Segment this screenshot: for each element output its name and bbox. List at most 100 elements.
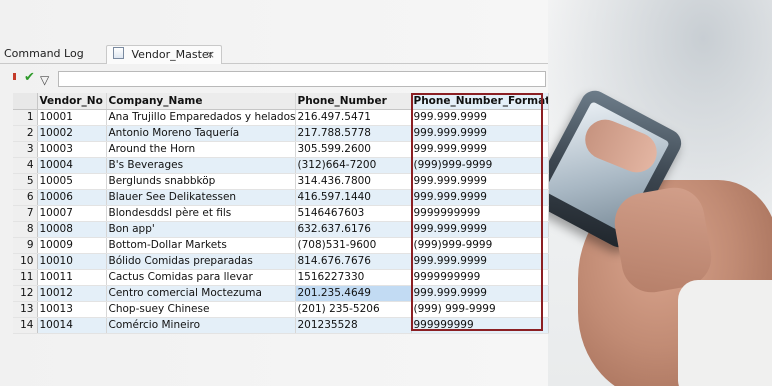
phone-number-cell[interactable]: 201.235.4649: [295, 285, 412, 302]
phone-format-cell[interactable]: 9999999999: [411, 269, 549, 286]
vendor-no-cell[interactable]: 10009: [37, 237, 107, 254]
company-name-cell[interactable]: Bon app': [106, 221, 296, 238]
table-row[interactable]: 3 10003 Around the Horn 305.599.2600 999.999…: [13, 141, 549, 158]
company-name-cell[interactable]: Blauer See Delikatessen: [106, 189, 296, 206]
phone-format-cell[interactable]: 999.999.9999: [411, 285, 549, 302]
phone-number-cell[interactable]: 201235528: [295, 317, 412, 334]
vendor-no-cell[interactable]: 10005: [37, 173, 107, 190]
column-header-company-name[interactable]: Company_Name: [106, 93, 296, 110]
tab-command-log-label: Command Log: [4, 47, 84, 60]
vendor-no-cell[interactable]: 10012: [37, 285, 107, 302]
table-row[interactable]: 13 10013 Chop-suey Chinese (201) 235-5206 (9…: [13, 301, 549, 318]
phone-number-cell[interactable]: (201) 235-5206: [295, 301, 412, 318]
row-number-cell[interactable]: 8: [13, 221, 38, 238]
vendor-no-cell[interactable]: 10013: [37, 301, 107, 318]
table-row[interactable]: 4 10004 B's Beverages (312)664-7200 (999)999…: [13, 157, 549, 174]
phone-number-cell[interactable]: 217.788.5778: [295, 125, 412, 142]
row-number-cell[interactable]: 1: [13, 109, 38, 126]
vendor-no-cell[interactable]: 10004: [37, 157, 107, 174]
tab-vendor-master[interactable]: Vendor_Master ×: [106, 45, 222, 64]
phone-format-cell[interactable]: 999.999.9999: [411, 109, 549, 126]
row-number-cell[interactable]: 4: [13, 157, 38, 174]
phone-format-cell[interactable]: (999) 999-9999: [411, 301, 549, 318]
phone-number-cell[interactable]: 632.637.6176: [295, 221, 412, 238]
phone-number-cell[interactable]: 5146467603: [295, 205, 412, 222]
phone-format-cell[interactable]: (999)999-9999: [411, 157, 549, 174]
table-row[interactable]: 14 10014 Comércio Mineiro 201235528 99999999…: [13, 317, 549, 334]
phone-format-cell[interactable]: 999999999: [411, 317, 549, 334]
phone-number-cell[interactable]: 1516227330: [295, 269, 412, 286]
phone-number-cell[interactable]: 314.436.7800: [295, 173, 412, 190]
toolbar: ✔ ▽: [0, 70, 548, 90]
company-name-cell[interactable]: B's Beverages: [106, 157, 296, 174]
vendor-no-cell[interactable]: 10007: [37, 205, 107, 222]
table-row[interactable]: 6 10006 Blauer See Delikatessen 416.597.144…: [13, 189, 549, 206]
row-number-cell[interactable]: 14: [13, 317, 38, 334]
phone-format-cell[interactable]: 999.999.9999: [411, 221, 549, 238]
row-number-cell[interactable]: 2: [13, 125, 38, 142]
row-number-cell[interactable]: 12: [13, 285, 38, 302]
row-number-cell[interactable]: 10: [13, 253, 38, 270]
row-number-cell[interactable]: 5: [13, 173, 38, 190]
table-row[interactable]: 2 10002 Antonio Moreno Taquería 217.788.577…: [13, 125, 549, 142]
phone-number-cell[interactable]: (708)531-9600: [295, 237, 412, 254]
table-row[interactable]: 10 10010 Bólido Comidas preparadas 814.676.…: [13, 253, 549, 270]
column-header-phone-number-format[interactable]: Phone_Number_Format: [411, 93, 549, 110]
tab-command-log[interactable]: Command Log: [0, 45, 106, 63]
phone-format-cell[interactable]: 9999999999: [411, 205, 549, 222]
phone-number-cell[interactable]: 814.676.7676: [295, 253, 412, 270]
company-name-cell[interactable]: Bottom-Dollar Markets: [106, 237, 296, 254]
row-number-cell[interactable]: 6: [13, 189, 38, 206]
table-row[interactable]: 8 10008 Bon app' 632.637.6176 999.999.9999: [13, 221, 549, 238]
vendor-no-cell[interactable]: 10010: [37, 253, 107, 270]
phone-number-cell[interactable]: 216.497.5471: [295, 109, 412, 126]
company-name-cell[interactable]: Chop-suey Chinese: [106, 301, 296, 318]
company-name-cell[interactable]: Berglunds snabbköp: [106, 173, 296, 190]
phone-format-cell[interactable]: 999.999.9999: [411, 253, 549, 270]
company-name-cell[interactable]: Centro comercial Moctezuma: [106, 285, 296, 302]
phone-format-cell[interactable]: 999.999.9999: [411, 173, 549, 190]
vendor-no-cell[interactable]: 10008: [37, 221, 107, 238]
company-name-cell[interactable]: Blondesddsl père et fils: [106, 205, 296, 222]
company-name-cell[interactable]: Antonio Moreno Taquería: [106, 125, 296, 142]
row-number-cell[interactable]: 13: [13, 301, 38, 318]
company-name-cell[interactable]: Cactus Comidas para llevar: [106, 269, 296, 286]
phone-number-cell[interactable]: (312)664-7200: [295, 157, 412, 174]
row-number-cell[interactable]: 7: [13, 205, 38, 222]
phone-format-cell[interactable]: (999)999-9999: [411, 237, 549, 254]
company-name-cell[interactable]: Around the Horn: [106, 141, 296, 158]
table-row[interactable]: 7 10007 Blondesddsl père et fils 5146467603…: [13, 205, 549, 222]
phone-format-cell[interactable]: 999.999.9999: [411, 189, 549, 206]
row-number-cell[interactable]: 3: [13, 141, 38, 158]
company-name-cell[interactable]: Ana Trujillo Emparedados y helados: [106, 109, 296, 126]
table-row[interactable]: 12 10012 Centro comercial Moctezuma 201.235…: [13, 285, 549, 302]
row-number-cell[interactable]: 11: [13, 269, 38, 286]
phone-number-cell[interactable]: 416.597.1440: [295, 189, 412, 206]
close-icon[interactable]: ×: [206, 46, 215, 64]
vendor-no-cell[interactable]: 10002: [37, 125, 107, 142]
phone-number-cell[interactable]: 305.599.2600: [295, 141, 412, 158]
vendor-no-cell[interactable]: 10014: [37, 317, 107, 334]
phone-format-cell[interactable]: 999.999.9999: [411, 125, 549, 142]
vendor-no-cell[interactable]: 10006: [37, 189, 107, 206]
table-row[interactable]: 11 10011 Cactus Comidas para llevar 1516227…: [13, 269, 549, 286]
filter-icon[interactable]: ▽: [40, 73, 49, 87]
row-number-header[interactable]: [13, 93, 38, 110]
check-icon[interactable]: ✔: [24, 70, 35, 85]
table-row[interactable]: 9 10009 Bottom-Dollar Markets (708)531-9600…: [13, 237, 549, 254]
vendor-no-cell[interactable]: 10003: [37, 141, 107, 158]
company-name-cell[interactable]: Bólido Comidas preparadas: [106, 253, 296, 270]
vendor-no-cell[interactable]: 10011: [37, 269, 107, 286]
column-header-phone-number[interactable]: Phone_Number: [295, 93, 412, 110]
table-row[interactable]: 1 10001 Ana Trujillo Emparedados y helados…: [13, 109, 549, 126]
phone-format-cell[interactable]: 999.999.9999: [411, 141, 549, 158]
row-number-cell[interactable]: 9: [13, 237, 38, 254]
filter-input[interactable]: [58, 71, 546, 87]
company-name-cell[interactable]: Comércio Mineiro: [106, 317, 296, 334]
tab-bar: Command Log Vendor_Master ×: [0, 45, 548, 64]
red-marker-icon[interactable]: [13, 73, 16, 80]
column-header-vendor-no[interactable]: Vendor_No: [37, 93, 107, 110]
photo-sleeve: [678, 280, 772, 386]
vendor-no-cell[interactable]: 10001: [37, 109, 107, 126]
table-row[interactable]: 5 10005 Berglunds snabbköp 314.436.7800 999.…: [13, 173, 549, 190]
